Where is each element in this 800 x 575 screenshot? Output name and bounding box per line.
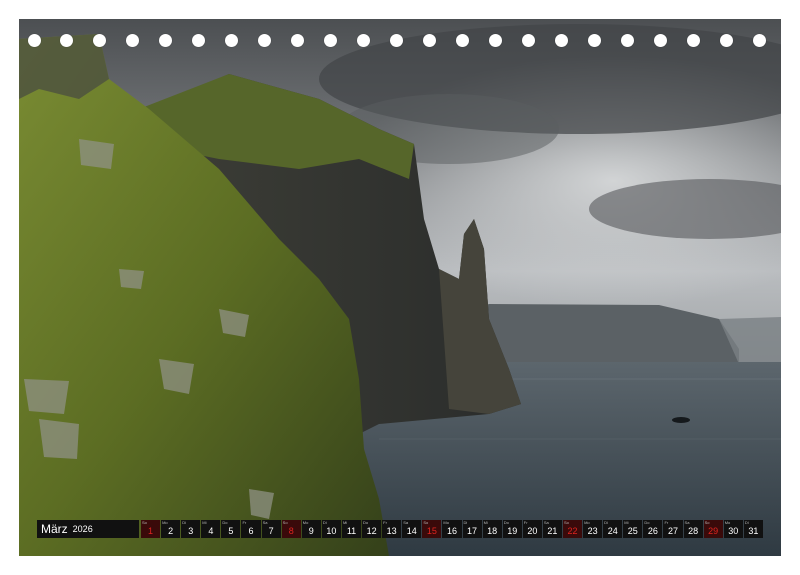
day-number: 12 [366, 526, 377, 536]
day-cell: Di 17 [462, 520, 482, 538]
binding-hole [488, 34, 502, 47]
day-cell: Mi 25 [623, 520, 643, 538]
day-number: 2 [168, 526, 174, 536]
day-number: 23 [587, 526, 598, 536]
binding-hole [291, 34, 305, 47]
binding-hole [324, 34, 338, 47]
binding-hole [719, 34, 733, 47]
binding-hole [225, 34, 239, 47]
day-number: 5 [228, 526, 234, 536]
day-number: 21 [547, 526, 558, 536]
month-name: März [41, 522, 68, 536]
landscape-photo [19, 19, 781, 556]
day-cell: Do 12 [362, 520, 382, 538]
binding-hole [159, 34, 173, 47]
day-cell: Fr 6 [241, 520, 261, 538]
day-cell: Mo 2 [161, 520, 181, 538]
day-cell: Sa 28 [683, 520, 703, 538]
binding-holes [0, 34, 800, 50]
day-number: 4 [208, 526, 214, 536]
day-cell: Do 5 [221, 520, 241, 538]
binding-hole [422, 34, 436, 47]
day-cell: Di 31 [743, 520, 763, 538]
month-label: März 2026 [37, 520, 139, 538]
day-number: 19 [507, 526, 518, 536]
calendar-page: März 2026 So 1 Mo 2 Di 3 Mi 4 Do 5 Fr 6 Sa 7 So 8 Mo 9 Di 1… [0, 0, 800, 575]
day-number: 6 [248, 526, 254, 536]
day-cell: Fr 27 [663, 520, 683, 538]
day-number: 26 [647, 526, 658, 536]
day-cell: So 8 [281, 520, 301, 538]
binding-hole [357, 34, 371, 47]
day-cell: So 22 [562, 520, 583, 538]
day-cell: Di 3 [181, 520, 201, 538]
day-number: 18 [487, 526, 498, 536]
day-cell: Sa 7 [261, 520, 281, 538]
day-number: 9 [308, 526, 314, 536]
binding-hole [521, 34, 535, 47]
day-number: 20 [527, 526, 538, 536]
day-cell: Sa 14 [402, 520, 422, 538]
day-cell: Mo 23 [583, 520, 603, 538]
binding-hole [752, 34, 766, 47]
day-number: 30 [728, 526, 739, 536]
day-cell: So 15 [422, 520, 442, 538]
binding-hole [258, 34, 272, 47]
day-cell: Do 26 [643, 520, 663, 538]
month-year: 2026 [72, 524, 93, 534]
day-number: 14 [406, 526, 417, 536]
day-cell: Do 19 [502, 520, 522, 538]
day-number: 16 [446, 526, 457, 536]
day-cell: Sa 21 [542, 520, 562, 538]
day-cell: Mi 18 [482, 520, 502, 538]
binding-hole [620, 34, 634, 47]
binding-hole [60, 34, 74, 47]
day-cell: Mi 4 [201, 520, 221, 538]
binding-hole [27, 34, 41, 47]
binding-hole [554, 34, 568, 47]
day-cell: Di 10 [321, 520, 341, 538]
binding-hole [93, 34, 107, 47]
day-number: 13 [386, 526, 397, 536]
day-cell: Mo 9 [301, 520, 321, 538]
day-number: 28 [688, 526, 699, 536]
day-number: 3 [188, 526, 194, 536]
day-number: 7 [268, 526, 274, 536]
binding-hole [686, 34, 700, 47]
day-cell: So 1 [141, 520, 161, 538]
day-number: 27 [667, 526, 678, 536]
day-number: 29 [708, 526, 719, 536]
day-cell: Mo 16 [442, 520, 462, 538]
binding-hole [390, 34, 403, 47]
day-number: 24 [607, 526, 618, 536]
day-cell: Fr 20 [522, 520, 542, 538]
binding-hole [587, 34, 601, 47]
binding-hole [653, 34, 667, 47]
day-number: 17 [467, 526, 478, 536]
day-cell: Fr 13 [382, 520, 402, 538]
day-number: 11 [346, 526, 357, 536]
day-number: 22 [567, 526, 578, 536]
day-cells: So 1 Mo 2 Di 3 Mi 4 Do 5 Fr 6 Sa 7 So 8 Mo 9 Di 10 Mi 11 Do 12 F… [141, 520, 763, 538]
day-number: 1 [148, 526, 154, 536]
day-cell: So 29 [703, 520, 723, 538]
day-cell: Di 24 [603, 520, 623, 538]
binding-hole [455, 34, 469, 47]
binding-hole [126, 34, 140, 47]
day-number: 8 [288, 526, 294, 536]
calendar-strip: März 2026 So 1 Mo 2 Di 3 Mi 4 Do 5 Fr 6 Sa 7 So 8 Mo 9 Di 1… [37, 520, 763, 538]
binding-hole [192, 34, 206, 47]
day-number: 31 [748, 526, 759, 536]
day-cell: Mi 11 [341, 520, 362, 538]
day-number: 25 [627, 526, 638, 536]
day-number: 15 [426, 526, 437, 536]
day-number: 10 [326, 526, 337, 536]
day-cell: Mo 30 [723, 520, 743, 538]
